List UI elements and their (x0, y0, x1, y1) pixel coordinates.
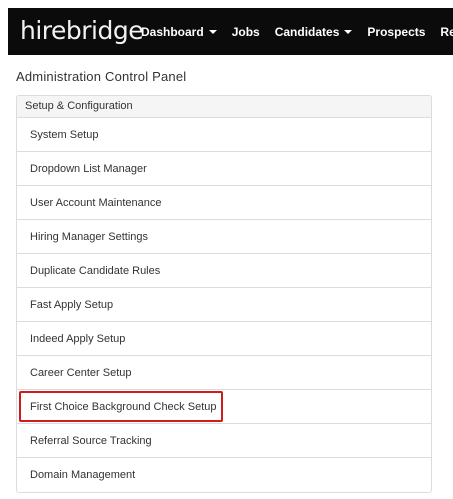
nav-prospects-label: Prospects (367, 24, 426, 39)
link-user-account-maintenance[interactable]: User Account Maintenance (17, 186, 431, 220)
link-first-choice-background-check-setup-label: First Choice Background Check Setup (30, 401, 217, 413)
setup-configuration-panel: Setup & Configuration System Setup Dropd… (16, 95, 432, 493)
caret-down-icon (208, 29, 217, 34)
link-hiring-manager-settings[interactable]: Hiring Manager Settings (17, 220, 431, 254)
page-title: Administration Control Panel (16, 69, 187, 84)
nav-jobs[interactable]: Jobs (232, 25, 260, 39)
main-nav: Dashboard Jobs Candidates Prospects Repo… (141, 8, 453, 55)
nav-dashboard[interactable]: Dashboard (141, 25, 217, 39)
nav-candidates[interactable]: Candidates (275, 25, 353, 39)
nav-candidates-label: Candidates (274, 24, 340, 39)
link-indeed-apply-setup[interactable]: Indeed Apply Setup (17, 322, 431, 356)
nav-dashboard-label: Dashboard (141, 24, 204, 39)
nav-reports-label: Reports (440, 24, 453, 39)
setup-link-list: System Setup Dropdown List Manager User … (17, 118, 431, 492)
link-first-choice-background-check-setup[interactable]: First Choice Background Check Setup (17, 390, 431, 424)
panel-heading: Setup & Configuration (17, 96, 431, 118)
hirebridge-logo[interactable]: hirebridge (20, 14, 144, 48)
link-domain-management[interactable]: Domain Management (17, 458, 431, 492)
nav-reports[interactable]: Reports (440, 25, 453, 39)
link-dropdown-list-manager[interactable]: Dropdown List Manager (17, 152, 431, 186)
link-career-center-setup[interactable]: Career Center Setup (17, 356, 431, 390)
link-duplicate-candidate-rules[interactable]: Duplicate Candidate Rules (17, 254, 431, 288)
nav-jobs-label: Jobs (231, 24, 260, 39)
caret-down-icon (344, 29, 353, 34)
link-fast-apply-setup[interactable]: Fast Apply Setup (17, 288, 431, 322)
link-referral-source-tracking[interactable]: Referral Source Tracking (17, 424, 431, 458)
nav-prospects[interactable]: Prospects (367, 25, 425, 39)
top-navbar: hirebridge Dashboard Jobs Candidates Pro… (8, 8, 453, 55)
link-system-setup[interactable]: System Setup (17, 118, 431, 152)
